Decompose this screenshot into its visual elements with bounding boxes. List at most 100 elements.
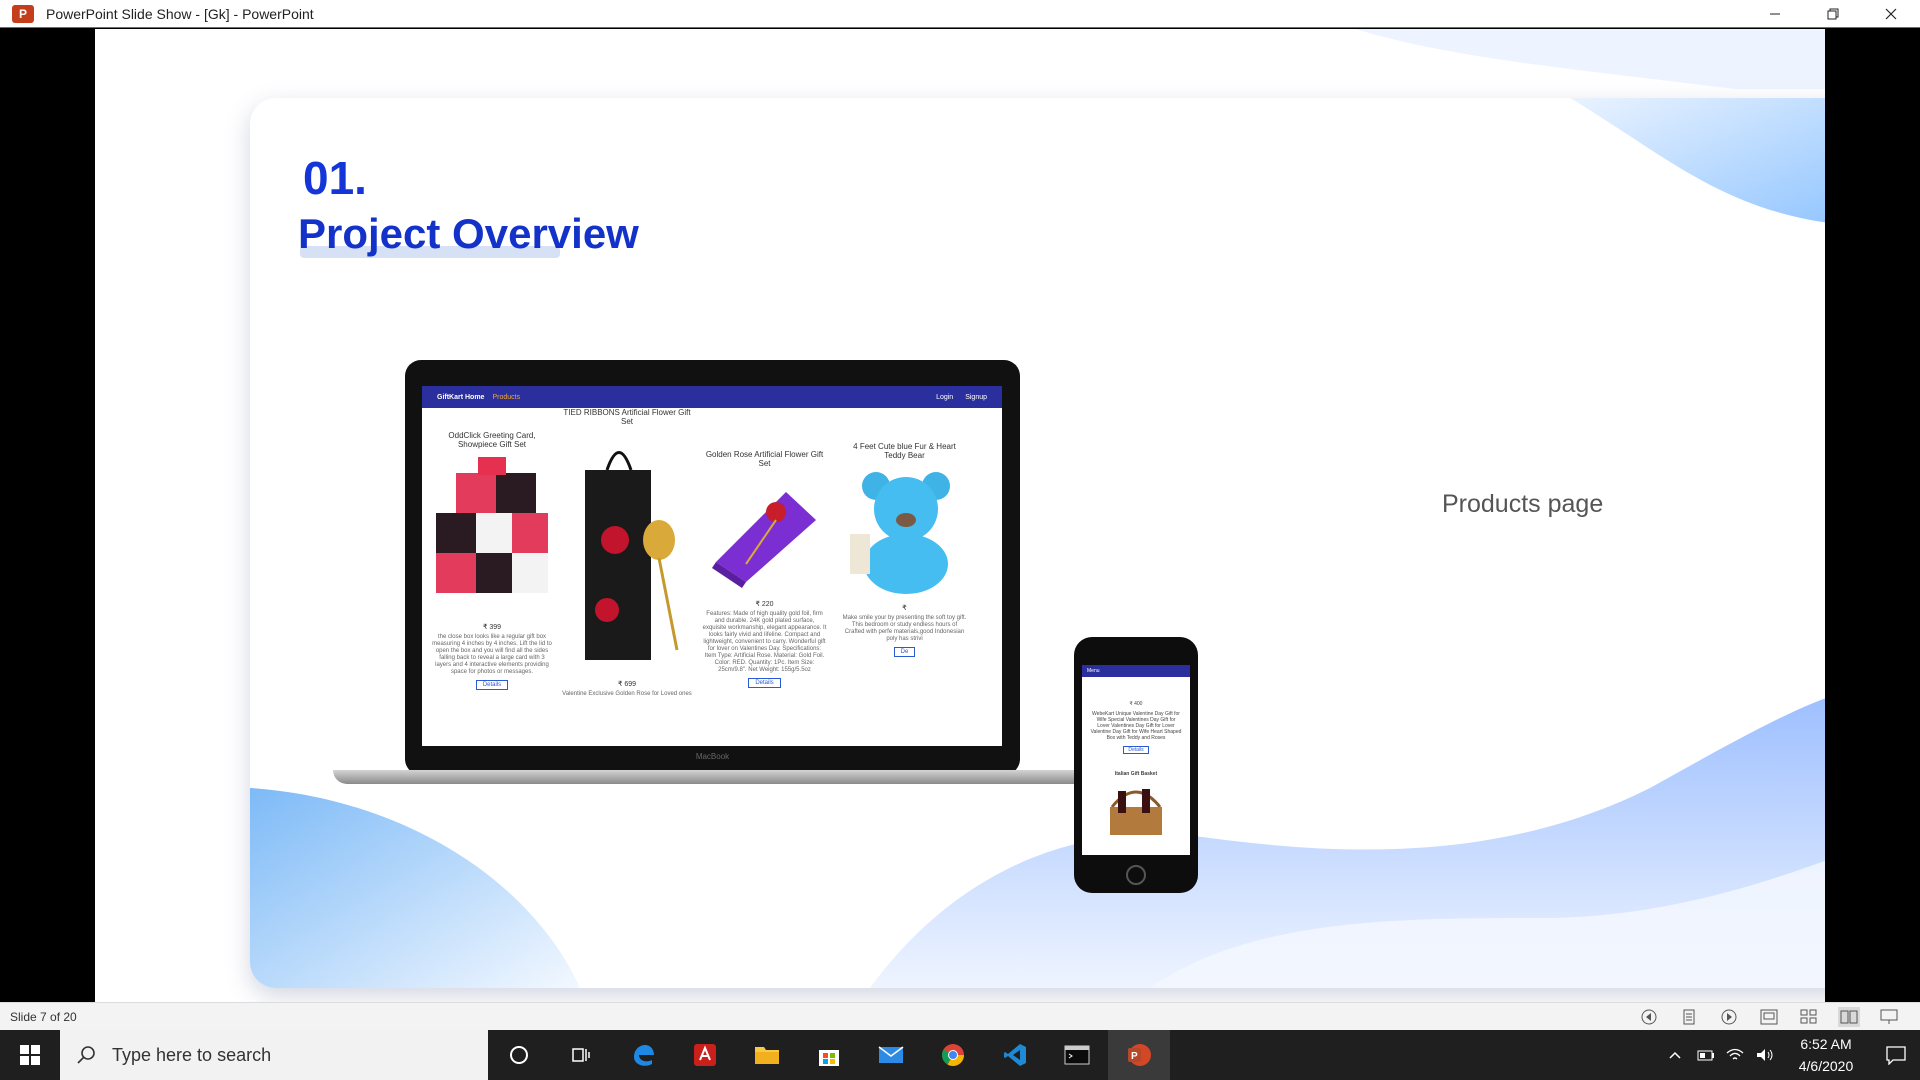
product-description: Valentine Exclusive Golden Rose for Love… <box>562 691 692 697</box>
acrobat-button[interactable] <box>674 1030 736 1080</box>
acrobat-icon <box>694 1044 716 1066</box>
product-description: the close box looks like a regular gift … <box>432 634 552 675</box>
cortana-button[interactable] <box>488 1030 550 1080</box>
laptop-base <box>333 770 1091 784</box>
site-nav-products: Products <box>492 393 521 401</box>
action-center-button[interactable] <box>1872 1030 1920 1080</box>
phone-mockup: Menu ₹ 400 WebeKart Unique Valentine Day… <box>1074 637 1198 893</box>
slide-sorter-icon <box>1800 1009 1817 1024</box>
powerpoint-logo-icon: P <box>12 4 34 23</box>
volume-button[interactable] <box>1750 1030 1780 1080</box>
slide-sorter-button[interactable] <box>1798 1007 1820 1027</box>
cortana-icon <box>510 1046 528 1064</box>
chevron-up-icon <box>1669 1051 1681 1059</box>
slide-content-card: 01. Project Overview Products page GiftK… <box>250 98 1825 988</box>
slideshow-icon <box>1880 1009 1898 1024</box>
product-image <box>585 451 679 660</box>
next-slide-button[interactable] <box>1718 1007 1740 1027</box>
phone-menu-bar: Menu <box>1082 665 1190 677</box>
store-icon <box>819 1050 839 1066</box>
terminal-icon <box>1064 1045 1090 1065</box>
slide-counter: Slide 7 of 20 <box>10 1009 77 1024</box>
normal-view-button[interactable] <box>1758 1007 1780 1027</box>
laptop-mockup: GiftKart Home Products Login Signup OddC… <box>333 360 1091 800</box>
mail-button[interactable] <box>860 1030 922 1080</box>
battery-icon <box>1697 1050 1714 1061</box>
terminal-button[interactable] <box>1046 1030 1108 1080</box>
notes-button[interactable] <box>1678 1007 1700 1027</box>
close-button[interactable] <box>1862 0 1920 28</box>
svg-text:P: P <box>1131 1051 1138 1062</box>
product-card: Golden Rose Artificial Flower Gift Set ₹… <box>702 450 827 688</box>
vscode-icon <box>1004 1044 1026 1066</box>
window-titlebar: P PowerPoint Slide Show - [Gk] - PowerPo… <box>0 0 1920 28</box>
file-explorer-button[interactable] <box>736 1030 798 1080</box>
details-button: Details <box>748 678 781 688</box>
product-description: Features: Made of high quality gold foil… <box>702 611 827 673</box>
notes-icon <box>1683 1009 1695 1025</box>
store-button[interactable] <box>798 1030 860 1080</box>
phone-details-label: Details <box>1123 746 1149 754</box>
slideshow-button[interactable] <box>1878 1007 1900 1027</box>
slideshow-statusbar: Slide 7 of 20 <box>0 1002 1920 1030</box>
next-icon <box>1721 1009 1737 1025</box>
product-image <box>436 457 548 593</box>
reading-view-button[interactable] <box>1838 1007 1860 1027</box>
phone-product-price: ₹ 400 <box>1129 701 1143 707</box>
vscode-button[interactable] <box>984 1030 1046 1080</box>
site-brand: GiftKart Home <box>437 393 485 401</box>
site-nav-login: Login <box>936 393 954 401</box>
product-name: TIED RIBBONS Artificial Flower Gift Set <box>563 408 691 426</box>
slide-caption: Products page <box>1442 490 1604 518</box>
product-name: OddClick Greeting Card, Showpiece Gift S… <box>448 431 536 449</box>
previous-slide-button[interactable] <box>1638 1007 1660 1027</box>
wifi-icon <box>1726 1048 1744 1060</box>
product-image <box>711 492 816 588</box>
edge-button[interactable] <box>612 1030 674 1080</box>
taskbar-clock[interactable]: 6:52 AM 4/6/2020 <box>1780 1033 1872 1077</box>
notification-icon <box>1886 1046 1906 1065</box>
restore-button[interactable] <box>1804 0 1862 28</box>
statusbar-controls <box>1638 1007 1900 1027</box>
edge-icon <box>634 1045 654 1066</box>
window-title: PowerPoint Slide Show - [Gk] - PowerPoin… <box>46 5 314 22</box>
minimize-button[interactable] <box>1746 0 1804 28</box>
chrome-icon <box>942 1044 964 1066</box>
screen: P PowerPoint Slide Show - [Gk] - PowerPo… <box>0 0 1920 1080</box>
windows-logo-icon <box>20 1045 40 1065</box>
product-price: ₹ 220 <box>755 601 774 608</box>
slide-canvas[interactable]: 01. Project Overview Products page GiftK… <box>95 29 1825 1002</box>
wifi-button[interactable] <box>1720 1030 1750 1080</box>
details-button: Details <box>475 680 509 690</box>
product-name: Golden Rose Artificial Flower Gift Set <box>705 450 824 468</box>
restore-icon <box>1827 8 1839 20</box>
product-name: 4 Feet Cute blue Fur & Heart Teddy Bear <box>853 442 956 460</box>
product-card: 4 Feet Cute blue Fur & Heart Teddy Bear … <box>842 442 967 657</box>
product-card: TIED RIBBONS Artificial Flower Gift Set … <box>562 408 692 698</box>
task-view-button[interactable] <box>550 1030 612 1080</box>
window-controls <box>1746 0 1920 28</box>
phone-menu-label: Menu <box>1087 668 1100 674</box>
show-hidden-icons-button[interactable] <box>1660 1030 1690 1080</box>
phone-screen: Menu ₹ 400 WebeKart Unique Valentine Day… <box>1082 665 1190 855</box>
system-tray: 6:52 AM 4/6/2020 <box>1660 1030 1920 1080</box>
site-nav-signup: Signup <box>965 393 987 401</box>
website-screenshot: GiftKart Home Products Login Signup OddC… <box>422 386 1002 746</box>
battery-button[interactable] <box>1690 1030 1720 1080</box>
powerpoint-taskbar-button[interactable]: P <box>1108 1030 1170 1080</box>
previous-icon <box>1641 1009 1657 1025</box>
start-button[interactable] <box>0 1030 60 1080</box>
gift-basket-image <box>1110 789 1162 835</box>
reading-view-icon <box>1840 1010 1858 1024</box>
site-navbar: GiftKart Home Products Login Signup <box>422 386 1002 408</box>
product-price: ₹ <box>902 605 907 612</box>
slide-number-heading: 01. <box>303 152 367 204</box>
product-price: ₹ 699 <box>617 681 637 688</box>
product-card: OddClick Greeting Card, Showpiece Gift S… <box>432 431 552 690</box>
file-explorer-icon <box>755 1047 779 1064</box>
powerpoint-icon: P <box>1128 1044 1151 1066</box>
taskbar-search-box[interactable]: Type here to search <box>60 1030 488 1080</box>
search-placeholder: Type here to search <box>112 1044 272 1065</box>
mail-icon <box>878 1046 904 1063</box>
chrome-button[interactable] <box>922 1030 984 1080</box>
